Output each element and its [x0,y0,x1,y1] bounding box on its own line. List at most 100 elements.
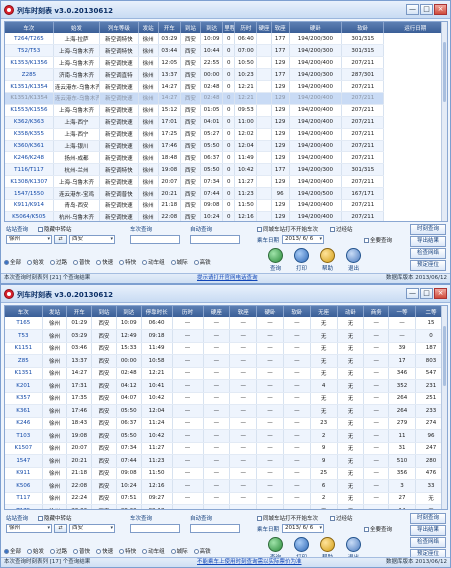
table-row[interactable]: T52/T53 上海-乌鲁木齐 新空调特快 徐州 03:44 西安 10:44 0 07:00 1… [5,44,447,58]
from-station-select[interactable]: 徐州 [6,524,52,533]
col-header[interactable]: 到达 [116,306,142,317]
col-header[interactable]: 无座 [310,306,338,317]
check-network-button[interactable]: 检查网络 [410,248,446,259]
radio-fast[interactable]: 快速 [96,258,113,266]
hide-transfer-checkbox[interactable]: 隐藏中转站 [38,225,72,233]
radio-pass[interactable]: 过路 [50,547,67,555]
col-header[interactable]: 停靠时长 [141,306,173,317]
table-row[interactable]: K1553/K1556 上海-乌鲁木齐 新空调快速 徐州 15:12 西安 01:05 0 09… [5,104,447,117]
col-header[interactable]: 里程 [222,22,236,33]
table-row[interactable]: K361 徐州 17:46 西安 05:50 12:04— — — — — 无无 —264 233 [5,404,447,418]
col-header[interactable]: 历时 [234,22,258,33]
from-station-select[interactable]: 徐州 [6,235,52,244]
export-results-button[interactable]: 导出结果 [410,525,446,536]
radio-express[interactable]: 特快 [119,258,136,266]
col-header[interactable]: 到达 [200,22,224,33]
maximize-button[interactable]: □ [420,288,433,299]
status-link[interactable]: 不能乘车上使用时刻查询需以实际票价为准 [197,558,302,567]
table-row[interactable]: K1351/K1354 连云港东-乌鲁木齐 新空调快速 徐州 14:27 西安 02:48 0… [5,80,447,93]
radio-normal[interactable]: 普快 [73,258,90,266]
minimize-button[interactable]: — [406,4,419,15]
vertical-scrollbar[interactable] [441,306,447,509]
radio-emu[interactable]: 动车组 [142,547,165,555]
table-row[interactable]: T116/T117 杭州-兰州 新空调特快 徐州 19:08 西安 05:50 0 10:42 1… [5,163,447,177]
to-station-select[interactable]: 西安 [69,524,115,533]
radio-intercity[interactable]: 城际 [170,258,188,266]
radio-fast[interactable]: 快速 [96,547,113,555]
radio-highspeed[interactable]: 高铁 [193,258,211,266]
pass-station-checkbox[interactable]: 过经站 [330,514,353,522]
table-row[interactable]: Z85 徐州 13:37 西安 00:00 10:58— — — — — 无无 —17 803 [5,354,447,368]
book-seat-button[interactable]: 预定座位 [410,260,446,271]
table-row[interactable]: Z285 济南-乌鲁木齐 新空调直特 徐州 13:37 西安 00:00 0 10:23 177 1… [5,68,447,82]
col-header[interactable]: 软卧 [283,306,311,317]
time-query-button[interactable]: 时刻查询 [410,513,446,524]
col-header[interactable]: 硬卧 [256,306,284,317]
table-row[interactable]: T53 徐州 03:29 西安 12:49 09:18— — — — — 无无 — —0 [5,329,447,343]
vertical-scrollbar[interactable] [441,22,447,221]
time-query-button[interactable]: 时刻查询 [410,224,446,235]
exit-button[interactable]: 退出 [346,248,361,272]
table-row[interactable]: K246 徐州 18:43 西安 06:37 11:24— — — — —23 无 —279 274 [5,417,447,430]
col-header[interactable]: 开车 [158,22,181,33]
radio-emu[interactable]: 动车组 [142,258,165,266]
col-header[interactable]: 车次 [5,22,54,33]
table-row[interactable]: T175徐州23:02西安08:2009:18—————无无—14无 [5,504,447,509]
col-header[interactable]: 软座 [271,22,290,33]
table-row[interactable]: T103 徐州 19:08 西安 05:50 10:42— — — — —2 无 —11 96 [5,429,447,443]
all-query-checkbox[interactable]: 全要查询 [364,525,392,533]
export-results-button[interactable]: 导出结果 [410,236,446,247]
table-row[interactable]: K1507 徐州 20:07 西安 07:34 11:27— — — — —9 无 —31 247 [5,442,447,455]
table-row[interactable]: K1351/K1354 连云港东-乌鲁木齐 新空调快速 徐州 14:27 西安 02:48 0… [5,92,447,105]
col-header[interactable]: 列车等级 [99,22,139,33]
table-row[interactable]: K360/K361 上海-银川 新空调快速 徐州 17:46 西安 05:50 0 12:04 1… [5,140,447,153]
table-row[interactable]: K5064/K505 杭州-乌鲁木齐 新空调快速 徐州 22:08 西安 10:24 0 12:… [5,211,447,221]
close-button[interactable]: × [434,4,447,15]
results-grid[interactable]: 车次 始发 列车等级 发站 开车 到站 到达 里程 历时 硬座 软座 硬卧 软卧… [4,21,448,222]
col-header[interactable]: 一等 [388,306,416,317]
col-header[interactable]: 发站 [138,22,159,33]
all-query-checkbox[interactable]: 全要查询 [364,236,392,244]
table-row[interactable]: K201 徐州 17:31 西安 04:12 10:41— — — — —4 无 —352 231 [5,379,447,393]
print-button[interactable]: 打印 [294,248,309,272]
col-header[interactable]: 动卧 [337,306,365,317]
radio-all[interactable]: 全部 [4,547,21,555]
col-header[interactable]: 车次 [5,306,43,317]
to-station-select[interactable]: 西安 [69,235,115,244]
radio-express[interactable]: 特快 [119,547,136,555]
col-header[interactable]: 发站 [42,306,68,317]
auto-query-input[interactable] [190,235,240,244]
table-row[interactable]: T264/T265 上海-拉萨 新空调特快 徐州 03:29 西安 10:09 0 06:40 1… [5,33,447,46]
table-row[interactable]: K1308/K1307 上海-乌鲁木齐 新空调快速 徐州 20:07 西安 07:34 0 11… [5,175,447,189]
close-button[interactable]: × [434,288,447,299]
swap-button[interactable]: ⇄ [54,524,67,533]
col-header[interactable]: 硬卧 [289,22,343,33]
col-header[interactable]: 硬座 [256,22,272,33]
col-header[interactable]: 到站 [91,306,117,317]
radio-all[interactable]: 全部 [4,258,21,266]
maximize-button[interactable]: □ [420,4,433,15]
date-picker[interactable]: 2013/ 6/ 6 [282,524,324,533]
col-header[interactable]: 软座 [229,306,258,317]
hide-transfer-checkbox[interactable]: 隐藏中转站 [38,514,72,522]
radio-origin[interactable]: 始发 [27,258,44,266]
minimize-button[interactable]: — [406,288,419,299]
table-row[interactable]: K1353/K1356 上海-乌鲁木齐 新空调快速 徐州 12:05 西安 22:55 0 10… [5,56,447,70]
help-button[interactable]: 帮助 [320,248,335,272]
table-row[interactable]: K1351 徐州 14:27 西安 02:48 12:21— — — — — 无无 —346 547 [5,367,447,380]
table-row[interactable]: K358/K355 上海-西宁 新空调快速 徐州 17:25 西安 05:27 0 12:02 1… [5,128,447,141]
col-header[interactable]: 到站 [180,22,202,33]
radio-intercity[interactable]: 城际 [170,547,188,555]
train-number-input[interactable] [130,235,180,244]
pass-station-checkbox[interactable]: 过经站 [330,225,353,233]
col-header[interactable]: 软卧 [341,22,385,33]
table-row[interactable]: K362/K363 上海-西宁 新空调快速 徐州 17:01 西安 04:01 0 11:00 1… [5,116,447,129]
col-header[interactable]: 硬座 [203,306,231,317]
same-city-checkbox[interactable]: 同城车站打不开始车次 [257,225,318,233]
table-row[interactable]: K506 徐州 22:08 西安 10:24 12:16— — — — —6 无 —3 33 [5,479,447,493]
table-row[interactable]: K911 徐州 21:18 西安 09:08 11:50— — — — —25 无 —356 476 [5,467,447,480]
title-bar[interactable]: 列车时刻表 v3.0.20130612 — □ × [1,1,450,19]
col-header[interactable]: 运行日期 [383,22,447,33]
date-picker[interactable]: 2013/ 6/ 6 [282,235,324,244]
same-city-checkbox[interactable]: 同城车站打不开始车次 [257,514,318,522]
